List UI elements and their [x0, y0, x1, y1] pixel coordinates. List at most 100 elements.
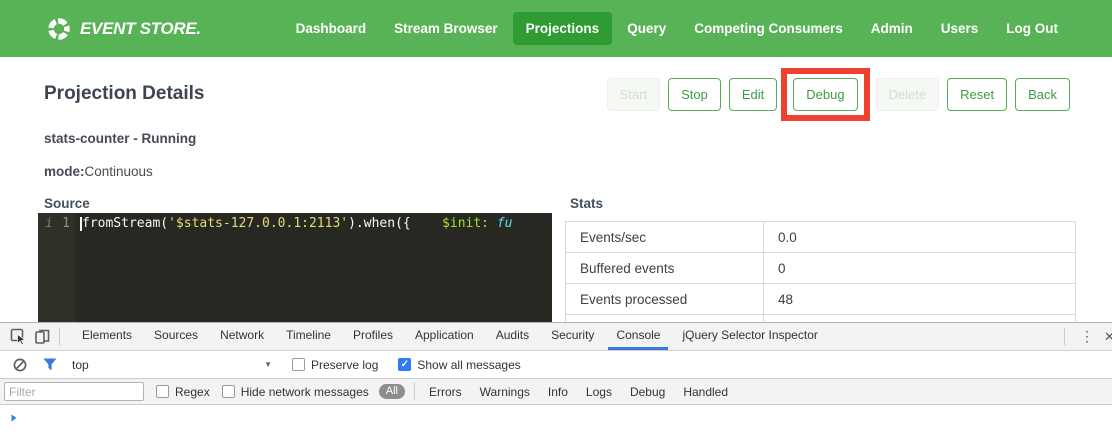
- event-store-logo[interactable]: EVENT STORE.: [47, 17, 201, 41]
- preserve-log-label: Preserve log: [311, 358, 378, 372]
- checkbox-unchecked[interactable]: [156, 385, 169, 398]
- devtools-tab-network[interactable]: Network: [212, 323, 272, 350]
- code-token-function: fu: [497, 216, 513, 231]
- event-store-logo-icon: [47, 17, 71, 41]
- stat-label: Events processed: [566, 284, 764, 315]
- devtools-tab-audits[interactable]: Audits: [488, 323, 537, 350]
- code-token-plain: fromStream(: [82, 216, 168, 231]
- devtools-tab-console[interactable]: Console: [608, 323, 668, 350]
- stat-label: Events/sec: [566, 222, 764, 253]
- filter-funnel-icon[interactable]: [38, 354, 62, 376]
- nav-item-users[interactable]: Users: [928, 12, 992, 45]
- debug-highlight-annotation: Debug: [781, 68, 869, 121]
- devtools-tabs: ElementsSourcesNetworkTimelineProfilesAp…: [71, 323, 829, 350]
- checkbox-unchecked[interactable]: [292, 358, 305, 371]
- hide-network-messages-label: Hide network messages: [241, 385, 369, 399]
- top-navigation-bar: EVENT STORE. DashboardStream BrowserProj…: [0, 0, 1112, 57]
- level-all-badge[interactable]: All: [379, 384, 405, 399]
- show-all-messages-checkbox[interactable]: ✓ Show all messages: [398, 358, 520, 372]
- stop-button[interactable]: Stop: [668, 78, 721, 111]
- devtools-tab-security[interactable]: Security: [543, 323, 602, 350]
- stats-row: Buffered events0: [566, 253, 1076, 284]
- chevron-down-icon: ▼: [264, 360, 272, 369]
- devtools-panel: ElementsSourcesNetworkTimelineProfilesAp…: [0, 322, 1112, 440]
- start-button[interactable]: Start: [607, 78, 660, 111]
- level-handled[interactable]: Handled: [674, 385, 737, 399]
- stats-row: Events/sec0.0: [566, 222, 1076, 253]
- devtools-tab-application[interactable]: Application: [407, 323, 482, 350]
- console-toolbar: top ▼ Preserve log ✓ Show all messages: [0, 351, 1112, 378]
- edit-button[interactable]: Edit: [729, 78, 777, 111]
- delete-button[interactable]: Delete: [876, 78, 940, 111]
- console-filter-bar: Regex Hide network messages All ErrorsWa…: [0, 378, 1112, 405]
- clear-console-icon[interactable]: [8, 354, 32, 376]
- debug-button[interactable]: Debug: [793, 78, 857, 111]
- line-number: 1: [62, 216, 70, 231]
- projection-mode: mode:Continuous: [44, 164, 153, 179]
- filter-input[interactable]: [4, 382, 144, 401]
- show-all-messages-label: Show all messages: [417, 358, 520, 372]
- stat-value: 0.0: [764, 222, 1076, 253]
- console-prompt-icon: [9, 413, 19, 423]
- nav-item-query[interactable]: Query: [614, 12, 679, 45]
- device-toolbar-icon[interactable]: [30, 326, 54, 348]
- close-icon[interactable]: ✕: [1104, 329, 1112, 345]
- devtools-tab-jquery-selector-inspector[interactable]: jQuery Selector Inspector: [674, 323, 825, 350]
- console-prompt-row[interactable]: [0, 405, 1112, 440]
- code-token-string: '$stats-127.0.0.1:2113': [168, 216, 348, 231]
- code-token-plain: [489, 216, 497, 231]
- devtools-tabbar: ElementsSourcesNetworkTimelineProfilesAp…: [0, 323, 1112, 351]
- nav-item-competing-consumers[interactable]: Competing Consumers: [681, 12, 856, 45]
- level-debug[interactable]: Debug: [621, 385, 674, 399]
- hide-network-messages-checkbox[interactable]: Hide network messages: [222, 385, 369, 399]
- level-warnings[interactable]: Warnings: [471, 385, 539, 399]
- frame-context-value: top: [72, 358, 89, 372]
- stats-heading: Stats: [570, 196, 603, 211]
- stat-value: 48: [764, 284, 1076, 315]
- toolbar-separator: [1064, 328, 1065, 345]
- mode-label: mode:: [44, 164, 85, 179]
- mode-value: Continuous: [85, 164, 153, 179]
- inspect-element-icon[interactable]: [6, 326, 30, 348]
- devtools-tab-timeline[interactable]: Timeline: [278, 323, 339, 350]
- level-errors[interactable]: Errors: [420, 385, 471, 399]
- code-token-keyword: $init:: [442, 216, 489, 231]
- nav-item-log-out[interactable]: Log Out: [993, 12, 1071, 45]
- devtools-tab-elements[interactable]: Elements: [74, 323, 140, 350]
- devtools-tab-sources[interactable]: Sources: [146, 323, 206, 350]
- main-nav: DashboardStream BrowserProjectionsQueryC…: [282, 12, 1072, 45]
- nav-item-projections[interactable]: Projections: [513, 12, 613, 45]
- regex-checkbox[interactable]: Regex: [156, 385, 210, 399]
- nav-item-dashboard[interactable]: Dashboard: [283, 12, 380, 45]
- level-logs[interactable]: Logs: [577, 385, 621, 399]
- back-button[interactable]: Back: [1015, 78, 1070, 111]
- reset-button[interactable]: Reset: [947, 78, 1007, 111]
- code-line: fromStream('$stats-127.0.0.1:2113').when…: [82, 216, 513, 231]
- stat-label: Buffered events: [566, 253, 764, 284]
- nav-item-stream-browser[interactable]: Stream Browser: [381, 12, 511, 45]
- stat-value: 0: [764, 253, 1076, 284]
- devtools-tabbar-right: ⋮ ✕: [1059, 323, 1112, 350]
- console-levels: ErrorsWarningsInfoLogsDebugHandled: [420, 385, 737, 399]
- regex-label: Regex: [175, 385, 210, 399]
- projection-status: stats-counter - Running: [44, 131, 196, 146]
- stats-row: Events processed48: [566, 284, 1076, 315]
- action-buttons: StartStopEdit Debug DeleteResetBack: [599, 69, 1070, 119]
- logo-text: EVENT STORE.: [80, 19, 201, 39]
- source-heading: Source: [44, 196, 90, 211]
- gutter-info-icon: i: [45, 216, 53, 231]
- more-menu-icon[interactable]: ⋮: [1070, 328, 1104, 345]
- toolbar-separator: [414, 383, 415, 400]
- frame-context-select[interactable]: top ▼: [72, 358, 272, 372]
- devtools-tab-profiles[interactable]: Profiles: [345, 323, 401, 350]
- preserve-log-checkbox[interactable]: Preserve log: [292, 358, 378, 372]
- checkbox-unchecked[interactable]: [222, 385, 235, 398]
- code-token-plain: ).when({: [348, 216, 411, 231]
- level-info[interactable]: Info: [539, 385, 577, 399]
- page-title: Projection Details: [44, 83, 205, 105]
- toolbar-separator: [59, 328, 60, 345]
- nav-item-admin[interactable]: Admin: [858, 12, 926, 45]
- code-token-plain: [411, 216, 442, 231]
- screen: EVENT STORE. DashboardStream BrowserProj…: [0, 0, 1112, 440]
- checkbox-checked[interactable]: ✓: [398, 358, 411, 371]
